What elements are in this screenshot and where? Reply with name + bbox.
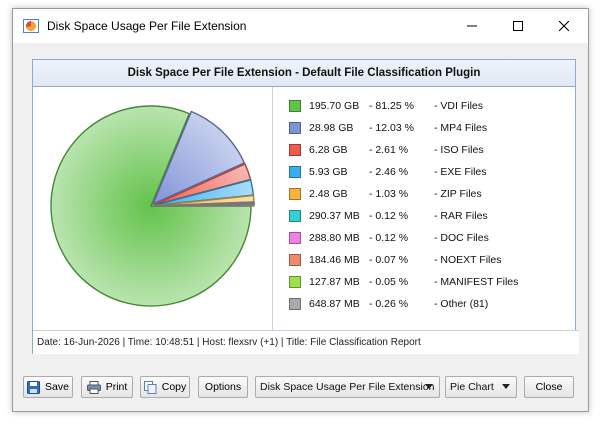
legend-size: 648.87 MB [309, 298, 360, 310]
legend-size: 28.98 GB [309, 122, 354, 134]
legend-percent: - 2.46 % [369, 166, 409, 178]
window-title: Disk Space Usage Per File Extension [47, 19, 247, 33]
pie-chart-area [33, 87, 273, 330]
title-bar: Disk Space Usage Per File Extension [13, 9, 588, 43]
legend-swatch [289, 210, 301, 222]
chevron-down-icon [425, 384, 433, 389]
legend-label: - MANIFEST Files [434, 276, 519, 288]
legend-swatch [289, 254, 301, 266]
options-button[interactable]: Options [198, 376, 248, 398]
options-button-label: Options [204, 381, 242, 393]
floppy-disk-icon [27, 380, 41, 394]
chevron-down-icon [502, 384, 510, 389]
legend-item: 6.28 GB - 2.61 % - ISO Files [289, 143, 484, 157]
legend-swatch [289, 166, 301, 178]
legend-size: 288.80 MB [309, 232, 360, 244]
report-type-value: Disk Space Usage Per File Extension [260, 381, 435, 393]
close-button[interactable]: Close [524, 376, 574, 398]
chart-panel: Disk Space Per File Extension - Default … [32, 59, 579, 354]
legend-percent: - 12.03 % [369, 122, 414, 134]
legend-item: 288.80 MB - 0.12 % - DOC Files [289, 231, 489, 245]
print-button[interactable]: Print [81, 376, 133, 398]
chart-type-value: Pie Chart [450, 381, 494, 393]
legend-label: - RAR Files [434, 210, 488, 222]
legend-swatch [289, 144, 301, 156]
legend-percent: - 2.61 % [369, 144, 409, 156]
legend-item: 5.93 GB - 2.46 % - EXE Files [289, 165, 487, 179]
save-button-label: Save [45, 381, 69, 393]
legend-item: 195.70 GB - 81.25 % - VDI Files [289, 99, 483, 113]
legend-label: - NOEXT Files [434, 254, 502, 266]
maximize-icon [513, 21, 523, 31]
legend-item: 2.48 GB - 1.03 % - ZIP Files [289, 187, 482, 201]
pie-chart [50, 105, 255, 307]
legend-percent: - 1.03 % [369, 188, 409, 200]
legend-swatch [289, 122, 301, 134]
minimize-button[interactable] [449, 9, 495, 43]
legend-swatch [289, 188, 301, 200]
legend-percent: - 0.26 % [369, 298, 409, 310]
printer-icon [86, 380, 101, 394]
close-icon [559, 21, 569, 31]
chart-type-select[interactable]: Pie Chart [445, 376, 517, 398]
minimize-icon [467, 25, 477, 27]
legend-swatch [289, 276, 301, 288]
legend-swatch [289, 232, 301, 244]
legend-size: 195.70 GB [309, 100, 360, 112]
legend-size: 2.48 GB [309, 188, 348, 200]
legend-label: - EXE Files [434, 166, 487, 178]
close-window-button[interactable] [541, 9, 587, 43]
legend-label: - DOC Files [434, 232, 489, 244]
legend-item: 648.87 MB - 0.26 % - Other (81) [289, 297, 488, 311]
legend-size: 290.37 MB [309, 210, 360, 222]
chart-title: Disk Space Per File Extension - Default … [33, 60, 575, 87]
legend-item: 290.37 MB - 0.12 % - RAR Files [289, 209, 488, 223]
legend-size: 5.93 GB [309, 166, 348, 178]
legend-label: - ZIP Files [434, 188, 482, 200]
legend-percent: - 0.07 % [369, 254, 409, 266]
copy-button-label: Copy [161, 381, 187, 393]
copy-button[interactable]: Copy [140, 376, 190, 398]
legend-item: 184.46 MB - 0.07 % - NOEXT Files [289, 253, 501, 267]
chart-legend: 195.70 GB - 81.25 % - VDI Files 28.98 GB… [273, 87, 575, 330]
print-button-label: Print [105, 381, 128, 393]
legend-label: - VDI Files [434, 100, 484, 112]
legend-size: 184.46 MB [309, 254, 360, 266]
legend-percent: - 0.12 % [369, 210, 409, 222]
legend-swatch [289, 100, 301, 112]
legend-percent: - 81.25 % [369, 100, 414, 112]
legend-swatch [289, 298, 301, 310]
legend-size: 6.28 GB [309, 144, 348, 156]
legend-item: 127.87 MB - 0.05 % - MANIFEST Files [289, 275, 518, 289]
report-type-select[interactable]: Disk Space Usage Per File Extension [255, 376, 440, 398]
save-button[interactable]: Save [23, 376, 73, 398]
report-window: Disk Space Usage Per File Extension Disk… [12, 8, 589, 412]
copy-icon [143, 380, 157, 394]
legend-label: - MP4 Files [434, 122, 488, 134]
legend-item: 28.98 GB - 12.03 % - MP4 Files [289, 121, 487, 135]
legend-size: 127.87 MB [309, 276, 360, 288]
maximize-button[interactable] [495, 9, 541, 43]
legend-percent: - 0.05 % [369, 276, 409, 288]
legend-label: - ISO Files [434, 144, 484, 156]
close-button-label: Close [535, 381, 563, 393]
legend-percent: - 0.12 % [369, 232, 409, 244]
legend-label: - Other (81) [434, 298, 489, 310]
pie-chart-app-icon [23, 19, 39, 33]
report-info-footer: Date: 16-Jun-2026 | Time: 10:48:51 | Hos… [33, 330, 579, 354]
